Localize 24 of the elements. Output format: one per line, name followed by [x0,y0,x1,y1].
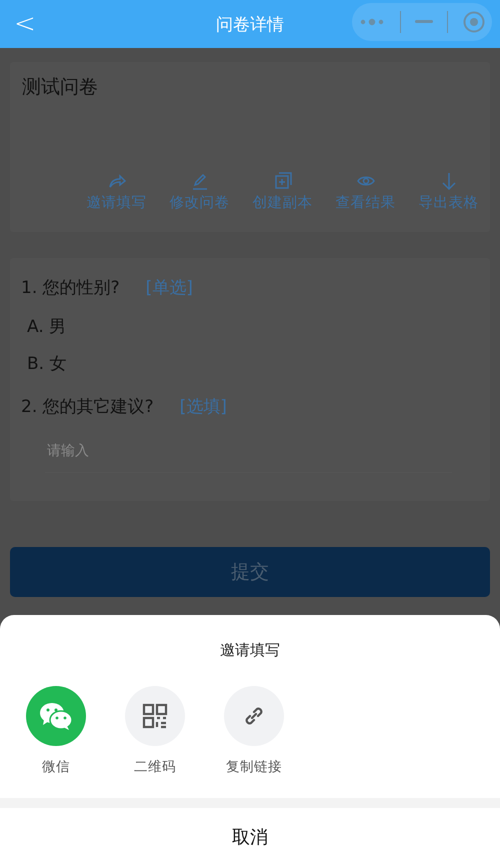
input-field[interactable]: 请输入 [45,430,452,473]
page-title: 问卷详情 [216,14,284,36]
option-item[interactable]: B. 女 [21,348,72,379]
question-title: 1. 您的性别? [21,277,120,299]
share-option-label: 微信 [42,758,70,776]
action-button[interactable]: 修改问卷 [162,171,237,212]
question-type-label: [选填] [180,396,227,418]
action-button[interactable]: 查看结果 [328,171,403,212]
minimize-icon[interactable] [414,20,433,24]
survey-title: 测试问卷 [22,75,99,100]
question-type-label: [单选] [146,277,193,299]
action-button[interactable]: 创建副本 [245,171,320,212]
option-item[interactable]: A. 男 [21,311,72,342]
share-option-label: 二维码 [134,758,176,776]
close-icon[interactable] [462,11,485,33]
share-option-label: 复制链接 [226,758,282,776]
action-button[interactable]: 导出表格 [411,171,486,212]
submit-button[interactable]: 提交 [10,547,490,597]
back-button[interactable]: < [0,9,50,39]
copy-icon [272,171,292,191]
more-icon[interactable] [359,17,386,27]
sheet-title: 邀请填写 [219,641,281,660]
action-button[interactable]: 邀请填写 [79,171,154,212]
question-title: 2. 您的其它建议? [21,396,154,418]
